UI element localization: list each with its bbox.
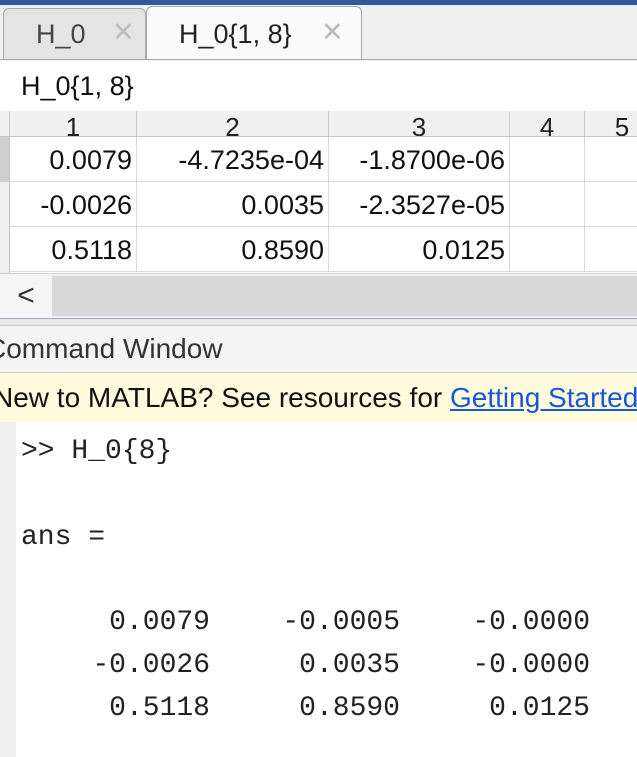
tab-label: H_0: [36, 19, 86, 49]
command-window-header: Command Window: [0, 326, 637, 373]
column-header[interactable]: 5: [585, 111, 637, 137]
getting-started-banner: New to MATLAB? See resources for Getting…: [0, 373, 637, 423]
output-value: -0.0000: [472, 650, 590, 681]
corner-header: [0, 111, 10, 137]
panel-splitter[interactable]: [0, 318, 637, 326]
table-cell[interactable]: 0.0079: [10, 137, 137, 182]
table-cell[interactable]: 0.0125: [329, 227, 510, 272]
scroll-left-icon[interactable]: <: [0, 274, 52, 319]
column-header[interactable]: 1: [10, 111, 137, 137]
command-window-body[interactable]: >> H_0{8} ans = 0.0079 -0.0005 -0.0000 -…: [0, 422, 637, 757]
ans-label: ans =: [21, 522, 106, 553]
command-window-gutter: [0, 422, 16, 757]
row-header[interactable]: [0, 227, 10, 273]
output-value: -0.0000: [472, 607, 590, 638]
output-value: -0.0005: [282, 607, 400, 638]
column-header[interactable]: 4: [510, 111, 585, 137]
table-cell[interactable]: -4.7235e-04: [137, 137, 329, 182]
variable-name-bar: H_0{1, 8}: [0, 61, 637, 112]
command-line: >> H_0{8}: [21, 436, 173, 467]
table-cell[interactable]: -2.3527e-05: [329, 182, 510, 227]
getting-started-link[interactable]: Getting Started: [450, 382, 637, 413]
table-cell[interactable]: 0.8590: [137, 227, 329, 272]
tab-divider: [0, 59, 637, 60]
tab-h0-1-8[interactable]: H_0{1, 8} ✕: [146, 6, 362, 60]
column-header[interactable]: 2: [137, 111, 329, 137]
variable-name: H_0{1, 8}: [21, 71, 134, 101]
close-icon[interactable]: ✕: [321, 17, 344, 48]
row-header[interactable]: [0, 182, 10, 227]
scrollbar-thumb[interactable]: [52, 276, 637, 316]
table-cell[interactable]: [585, 137, 637, 182]
output-value: 0.0035: [299, 650, 400, 681]
output-value: 0.0125: [489, 693, 590, 724]
close-icon[interactable]: ✕: [112, 17, 135, 48]
variable-editor: H_0 ✕ H_0{1, 8} ✕ H_0{1, 8} 1 2 3 4 5 0.…: [0, 0, 637, 319]
column-header[interactable]: 3: [329, 111, 510, 137]
table-cell[interactable]: 0.5118: [10, 227, 137, 272]
table-cell[interactable]: [585, 182, 637, 227]
table-cell[interactable]: [510, 137, 585, 182]
table-cell[interactable]: [585, 227, 637, 272]
row-header[interactable]: [0, 137, 10, 182]
banner-message: New to MATLAB? See resources for Getting…: [0, 382, 637, 414]
data-grid[interactable]: 1 2 3 4 5 0.0079 -4.7235e-04 -1.8700e-06…: [0, 111, 637, 273]
output-value: 0.8590: [299, 693, 400, 724]
table-cell[interactable]: -0.0026: [10, 182, 137, 227]
output-value: -0.0026: [92, 650, 210, 681]
banner-text: New to MATLAB? See resources for: [0, 382, 450, 413]
table-cell[interactable]: -1.8700e-06: [329, 137, 510, 182]
tab-bar: H_0 ✕ H_0{1, 8} ✕: [0, 5, 637, 61]
command-window-title: Command Window: [0, 333, 223, 364]
output-value: 0.5118: [109, 693, 210, 724]
output-value: 0.0079: [109, 607, 210, 638]
table-cell[interactable]: 0.0035: [137, 182, 329, 227]
horizontal-scrollbar[interactable]: <: [0, 273, 637, 319]
table-cell[interactable]: [510, 182, 585, 227]
tab-label: H_0{1, 8}: [179, 19, 292, 49]
table-cell[interactable]: [510, 227, 585, 272]
tab-h0[interactable]: H_0 ✕: [3, 8, 146, 59]
